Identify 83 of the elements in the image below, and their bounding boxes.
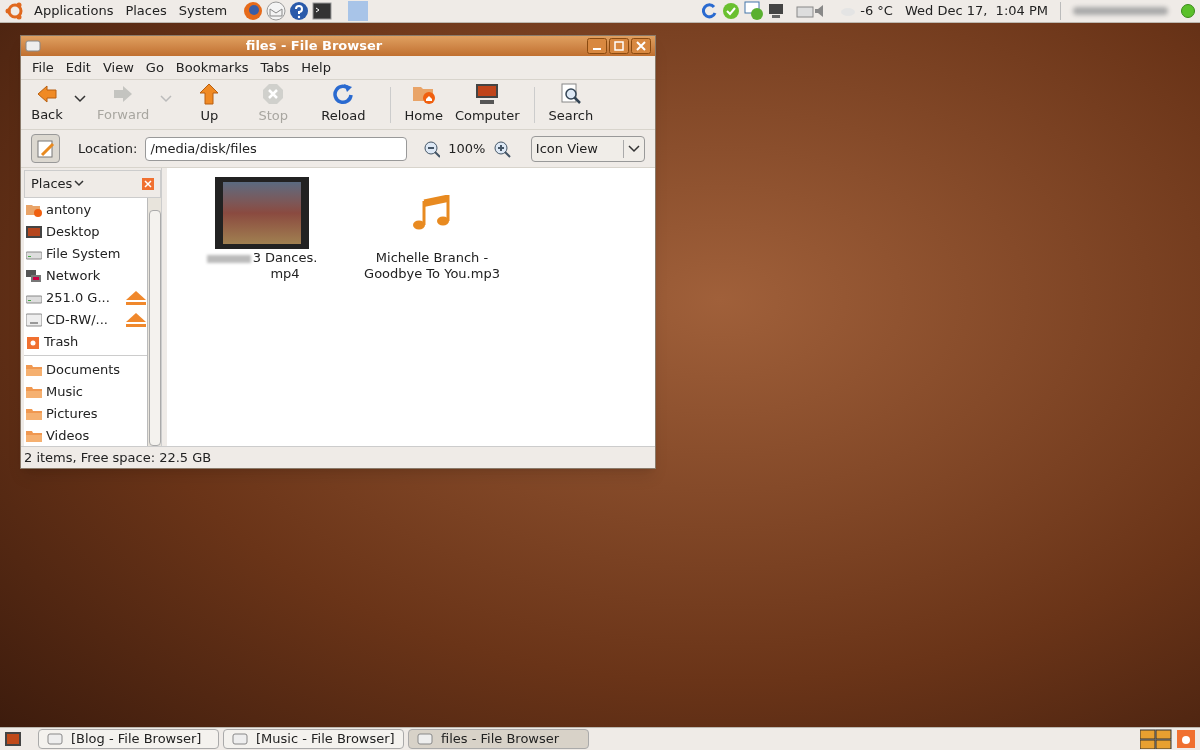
toolbar-button[interactable]: Computer [448,83,526,126]
blurred-name [206,255,251,263]
location-label: Location: [78,139,138,158]
notepad-pencil-icon [35,138,56,159]
file-name[interactable]: 3 Dances. mp4 [252,250,318,282]
computer-icon [474,83,501,106]
status-dot-icon[interactable] [1180,3,1196,19]
toolbar-button[interactable]: Reload [315,83,372,126]
toolbar-button[interactable]: Back [25,84,69,125]
stop-icon [262,83,285,106]
places-item[interactable]: Network [24,265,147,287]
taskbar-button[interactable]: files - File Browser [408,729,589,749]
music-note-icon [412,195,452,231]
clock[interactable]: Wed Dec 17, 1:04 PM [904,1,1048,21]
places-item[interactable]: 251.0 G... [24,287,147,309]
drive-icon [417,732,433,746]
desktop-icon [26,225,42,239]
monitor-icon[interactable] [768,3,785,19]
drive-icon [25,39,41,53]
places-item[interactable]: File System [24,243,147,265]
toolbar-button[interactable]: Up [187,83,232,126]
eject-icon[interactable] [125,290,147,306]
temperature[interactable]: -6 °C [860,1,893,21]
places-item[interactable]: antony [24,199,147,221]
scrollbar[interactable] [147,198,161,446]
taskbar-button[interactable]: [Blog - File Browser] [38,729,219,749]
menu-item[interactable]: Edit [65,57,91,78]
places-item[interactable]: Documents [24,359,147,381]
workspace-switcher-icon[interactable] [1140,729,1172,749]
location-field[interactable]: /media/disk/files [145,136,407,161]
places-item[interactable]: Pictures [24,403,147,425]
folder-icon [26,363,42,377]
help-icon[interactable] [289,1,310,21]
places-item[interactable]: Music [24,381,147,403]
search-icon [559,83,582,106]
reload-icon [332,83,355,106]
places-selector[interactable]: Places [31,174,85,194]
folder-icon [26,385,42,399]
toolbar-button[interactable]: Search [542,83,600,126]
taskbar-button[interactable]: [Music - File Browser] [223,729,404,749]
panel-menu[interactable]: System [178,1,228,21]
drive-icon [47,732,63,746]
up-arrow-icon [199,83,220,106]
places-item[interactable]: Trash [24,331,147,353]
menu-item[interactable]: File [32,57,54,78]
toolbar-button[interactable]: Home [398,83,449,126]
left-arrow-icon [36,84,58,105]
show-desktop-icon[interactable] [4,730,22,748]
menu-item[interactable]: Tabs [260,57,290,78]
folder-icon [26,429,42,443]
panel-menu[interactable]: Places [125,1,167,21]
places-item[interactable]: Videos [24,425,147,446]
home-folder-icon [26,203,42,217]
menu-item[interactable]: View [102,57,134,78]
zoom-in-icon[interactable] [493,139,511,158]
caret-icon [74,180,85,188]
eject-icon[interactable] [125,312,147,328]
close-icon[interactable] [142,178,154,190]
close-icon[interactable] [631,38,651,54]
view-dropdown[interactable]: Icon View [530,135,645,162]
file-name[interactable]: Michelle Branch - Goodbye To You.mp3 [364,250,500,282]
optical-drive-icon [26,313,42,327]
drive-icon [232,732,248,746]
maximize-icon[interactable] [609,38,629,54]
trash-icon[interactable] [1176,729,1196,749]
status-text: 2 items, Free space: 22.5 GB [24,448,212,467]
panel-menu[interactable]: Applications [34,1,114,21]
zoom-out-icon[interactable] [422,139,441,158]
places-item[interactable]: Desktop [24,221,147,243]
menu-item[interactable]: Bookmarks [175,57,249,78]
edit-location-toggle[interactable] [31,134,61,163]
browser-globe-icon[interactable] [243,1,264,21]
menu-item[interactable]: Go [145,57,164,78]
places-item[interactable]: CD-RW/... [24,309,147,331]
menu-item[interactable]: Help [301,57,331,78]
window-title: files - File Browser [244,37,384,56]
caret-icon[interactable] [74,94,86,103]
terminal-icon[interactable] [312,1,333,21]
folder-icon [26,407,42,421]
sync-icon[interactable] [700,2,719,20]
minimize-icon[interactable] [587,38,607,54]
network-icon [26,269,42,283]
zoom-level: 100% [448,139,486,158]
